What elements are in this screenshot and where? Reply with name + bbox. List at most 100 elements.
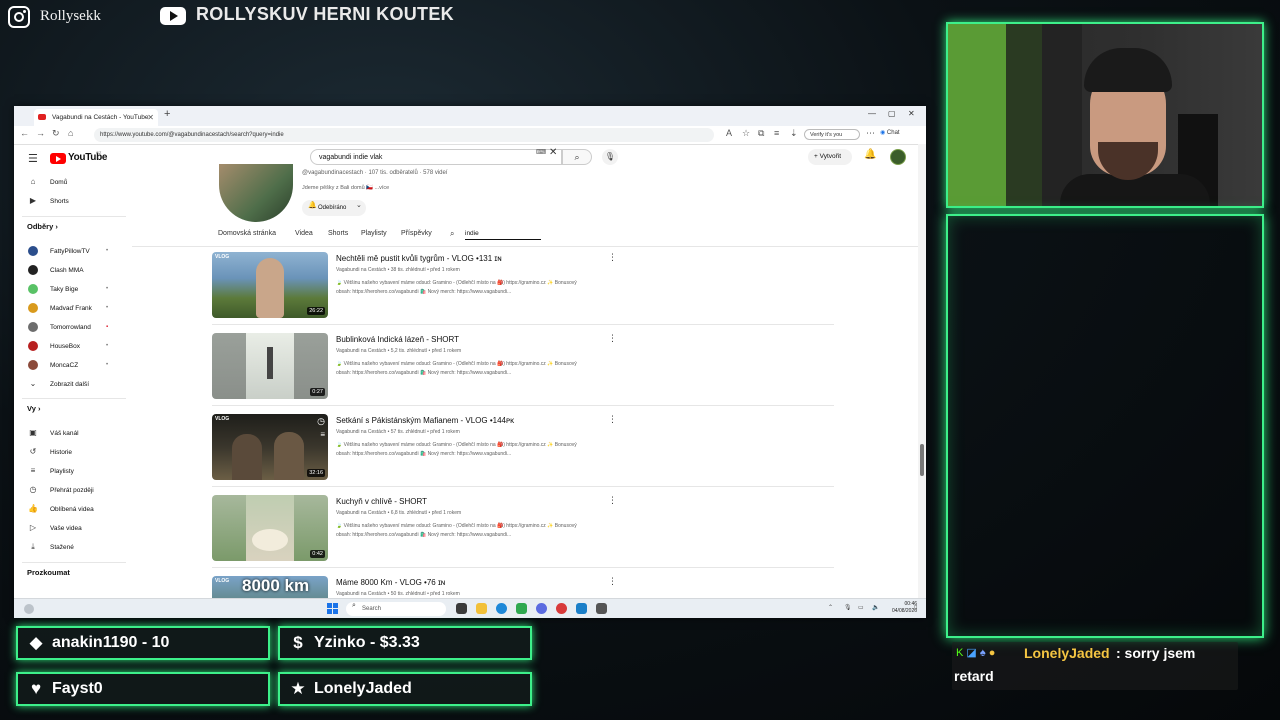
favorite-icon[interactable]: ☆ — [742, 128, 750, 139]
playlists-icon: ≡ — [30, 466, 36, 475]
sidebar-item-your-channel[interactable]: ▣ Váš kanál — [14, 424, 132, 443]
network-icon[interactable]: ▭ — [858, 604, 864, 611]
tab-videos[interactable]: Videa — [295, 230, 313, 237]
minimize-icon[interactable]: — — [868, 109, 876, 118]
video-item[interactable]: 0:42 Kuchyň v chlívě - SHORT Vagabundi n… — [212, 495, 834, 575]
start-icon[interactable] — [327, 603, 339, 615]
sidebar-item-playlists[interactable]: ≡ Playlisty — [14, 462, 132, 481]
notifications-bell-icon[interactable]: 🔔 — [864, 149, 876, 160]
close-window-icon[interactable]: ✕ — [908, 109, 915, 118]
hamburger-menu-icon[interactable]: ☰ — [28, 152, 38, 165]
search-input[interactable]: vagabundi indie vlak — [310, 149, 562, 165]
video-title[interactable]: Nechtěli mě pustit kvůli tygrům - VLOG •… — [336, 254, 502, 263]
youtube-logo-icon[interactable] — [50, 153, 66, 164]
tab-playlists[interactable]: Playlisty — [361, 230, 387, 237]
refresh-icon[interactable]: ↻ — [52, 128, 60, 139]
back-icon[interactable]: ← — [20, 128, 29, 138]
close-tab-icon[interactable]: ✕ — [147, 109, 154, 126]
sidebar-item-subscription[interactable]: Clash MMA — [14, 261, 132, 280]
sidebar-item-subscription[interactable]: HouseBox • — [14, 337, 132, 356]
create-button[interactable]: + Vytvořit — [808, 149, 852, 165]
tab-shorts[interactable]: Shorts — [328, 230, 348, 237]
channel-avatar-large[interactable] — [219, 164, 293, 222]
app-icon[interactable] — [596, 603, 607, 614]
video-title[interactable]: Máme 8000 Km - VLOG •76 ɪɴ — [336, 578, 445, 587]
tab-home[interactable]: Domovská stránka — [218, 230, 276, 237]
read-aloud-icon[interactable]: A — [726, 128, 732, 138]
sidebar-item-downloads[interactable]: ⤓ Stažené — [14, 538, 132, 557]
microphone-icon[interactable]: 🎙 — [844, 604, 852, 611]
channel-description[interactable]: Jdeme pěšky z Bali domů 🇨🇿 ...více — [302, 185, 389, 191]
sidebar-item-subscription[interactable]: MoncaCZ • — [14, 356, 132, 375]
app-icon[interactable] — [576, 603, 587, 614]
notifications-icon[interactable]: ▯ — [914, 604, 917, 611]
more-options-icon[interactable]: ⋮ — [608, 495, 617, 506]
menu-dots-icon[interactable]: ⋯ — [866, 128, 875, 139]
subscriptions-header[interactable]: Odběry › — [27, 222, 58, 231]
voice-search-icon[interactable]: 🎙 — [602, 149, 618, 165]
sidebar-item-subscription[interactable]: Tomorrowland ▪ — [14, 318, 132, 337]
tray-chevron-icon[interactable]: ⌃ — [828, 604, 833, 611]
downloads-icon[interactable]: ⇣ — [790, 128, 798, 139]
discord-icon[interactable] — [536, 603, 547, 614]
sidebar-item-liked[interactable]: 👍 Oblíbená videa — [14, 500, 132, 519]
more-options-icon[interactable]: ⋮ — [608, 576, 617, 587]
video-meta: Vagabundi na Cestách • 50 tis. zhlédnutí… — [336, 591, 460, 597]
video-thumbnail[interactable]: VLOG ◷ ≡ 32:16 — [212, 414, 328, 480]
volume-icon[interactable]: 🔈 — [872, 604, 879, 611]
sidebar-item-history[interactable]: ↺ Historie — [14, 443, 132, 462]
video-title[interactable]: Setkání s Pákistánským Mafianem - VLOG •… — [336, 416, 514, 425]
sidebar-item-show-more[interactable]: ⌄ Zobrazit další — [14, 375, 132, 394]
search-button[interactable]: ⌕ — [562, 149, 592, 165]
video-title[interactable]: Kuchyň v chlívě - SHORT — [336, 497, 427, 506]
video-item[interactable]: 0:27 Bublinková Indická lázeň - SHORT Va… — [212, 333, 834, 413]
video-thumbnail[interactable]: 0:42 — [212, 495, 328, 561]
video-title[interactable]: Bublinková Indická lázeň - SHORT — [336, 335, 459, 344]
taskbar-search[interactable]: Search — [346, 602, 446, 616]
sidebar-item-your-videos[interactable]: ▷ Vaše videa — [14, 519, 132, 538]
watch-later-icon[interactable]: ◷ — [317, 416, 325, 427]
video-item[interactable]: VLOG 26:22 Nechtěli mě pustit kvůli tygr… — [212, 252, 834, 332]
forward-icon[interactable]: → — [36, 128, 45, 138]
scrollbar[interactable] — [918, 144, 926, 598]
video-thumbnail[interactable]: 0:27 — [212, 333, 328, 399]
home-browser-icon[interactable]: ⌂ — [68, 128, 73, 138]
sidebar-item-watch-later[interactable]: ◷ Přehrát později — [14, 481, 132, 500]
widgets-icon[interactable] — [24, 604, 34, 614]
more-options-icon[interactable]: ⋮ — [608, 252, 617, 263]
edge-icon[interactable] — [496, 603, 507, 614]
sidebar-item-subscription[interactable]: FattyPillowTV • — [14, 242, 132, 261]
you-header[interactable]: Vy › — [27, 404, 41, 413]
sidebar-item-subscription[interactable]: Taky Bige • — [14, 280, 132, 299]
copilot-chat-button[interactable]: ◉ Chat — [880, 129, 900, 136]
file-explorer-icon[interactable] — [476, 603, 487, 614]
collections-icon[interactable]: ≡ — [774, 128, 779, 138]
add-to-queue-icon[interactable]: ≡ — [320, 430, 325, 439]
sidebar-item-home[interactable]: ⌂ Domů — [14, 173, 132, 192]
browser-tab[interactable]: Vagabundi na Cestách - YouTube ✕ — [34, 109, 158, 126]
more-options-icon[interactable]: ⋮ — [608, 414, 617, 425]
maximize-icon[interactable]: ▢ — [888, 109, 896, 118]
sidebar-item-subscription[interactable]: Madvaď Frank • — [14, 299, 132, 318]
account-avatar[interactable] — [890, 149, 906, 165]
video-thumbnail[interactable]: VLOG 26:22 — [212, 252, 328, 318]
verify-button[interactable]: Verify it's you — [804, 129, 860, 140]
extensions-icon[interactable]: ⧉ — [758, 128, 764, 139]
sidebar-item-shorts[interactable]: ▶ Shorts — [14, 192, 132, 211]
new-tab-icon[interactable]: + — [164, 108, 170, 120]
channel-avatar — [28, 322, 38, 332]
keyboard-icon[interactable]: ⌨ — [536, 148, 546, 156]
chrome-icon[interactable] — [556, 603, 567, 614]
scrollbar-thumb[interactable] — [920, 444, 924, 476]
channel-search-input[interactable]: indie — [465, 230, 541, 240]
clear-search-icon[interactable]: ✕ — [549, 147, 557, 158]
task-view-icon[interactable] — [456, 603, 467, 614]
create-label: Vytvořit — [819, 153, 842, 160]
chevron-down-icon: ⌄ — [356, 202, 362, 209]
url-bar[interactable]: https://www.youtube.com/@vagabundinacest… — [94, 128, 714, 142]
more-options-icon[interactable]: ⋮ — [608, 333, 617, 344]
tab-posts[interactable]: Příspěvky — [401, 230, 432, 237]
store-icon[interactable] — [516, 603, 527, 614]
search-icon[interactable]: ⌕ — [450, 229, 454, 239]
video-item[interactable]: VLOG ◷ ≡ 32:16 Setkání s Pákistánským Ma… — [212, 414, 834, 494]
